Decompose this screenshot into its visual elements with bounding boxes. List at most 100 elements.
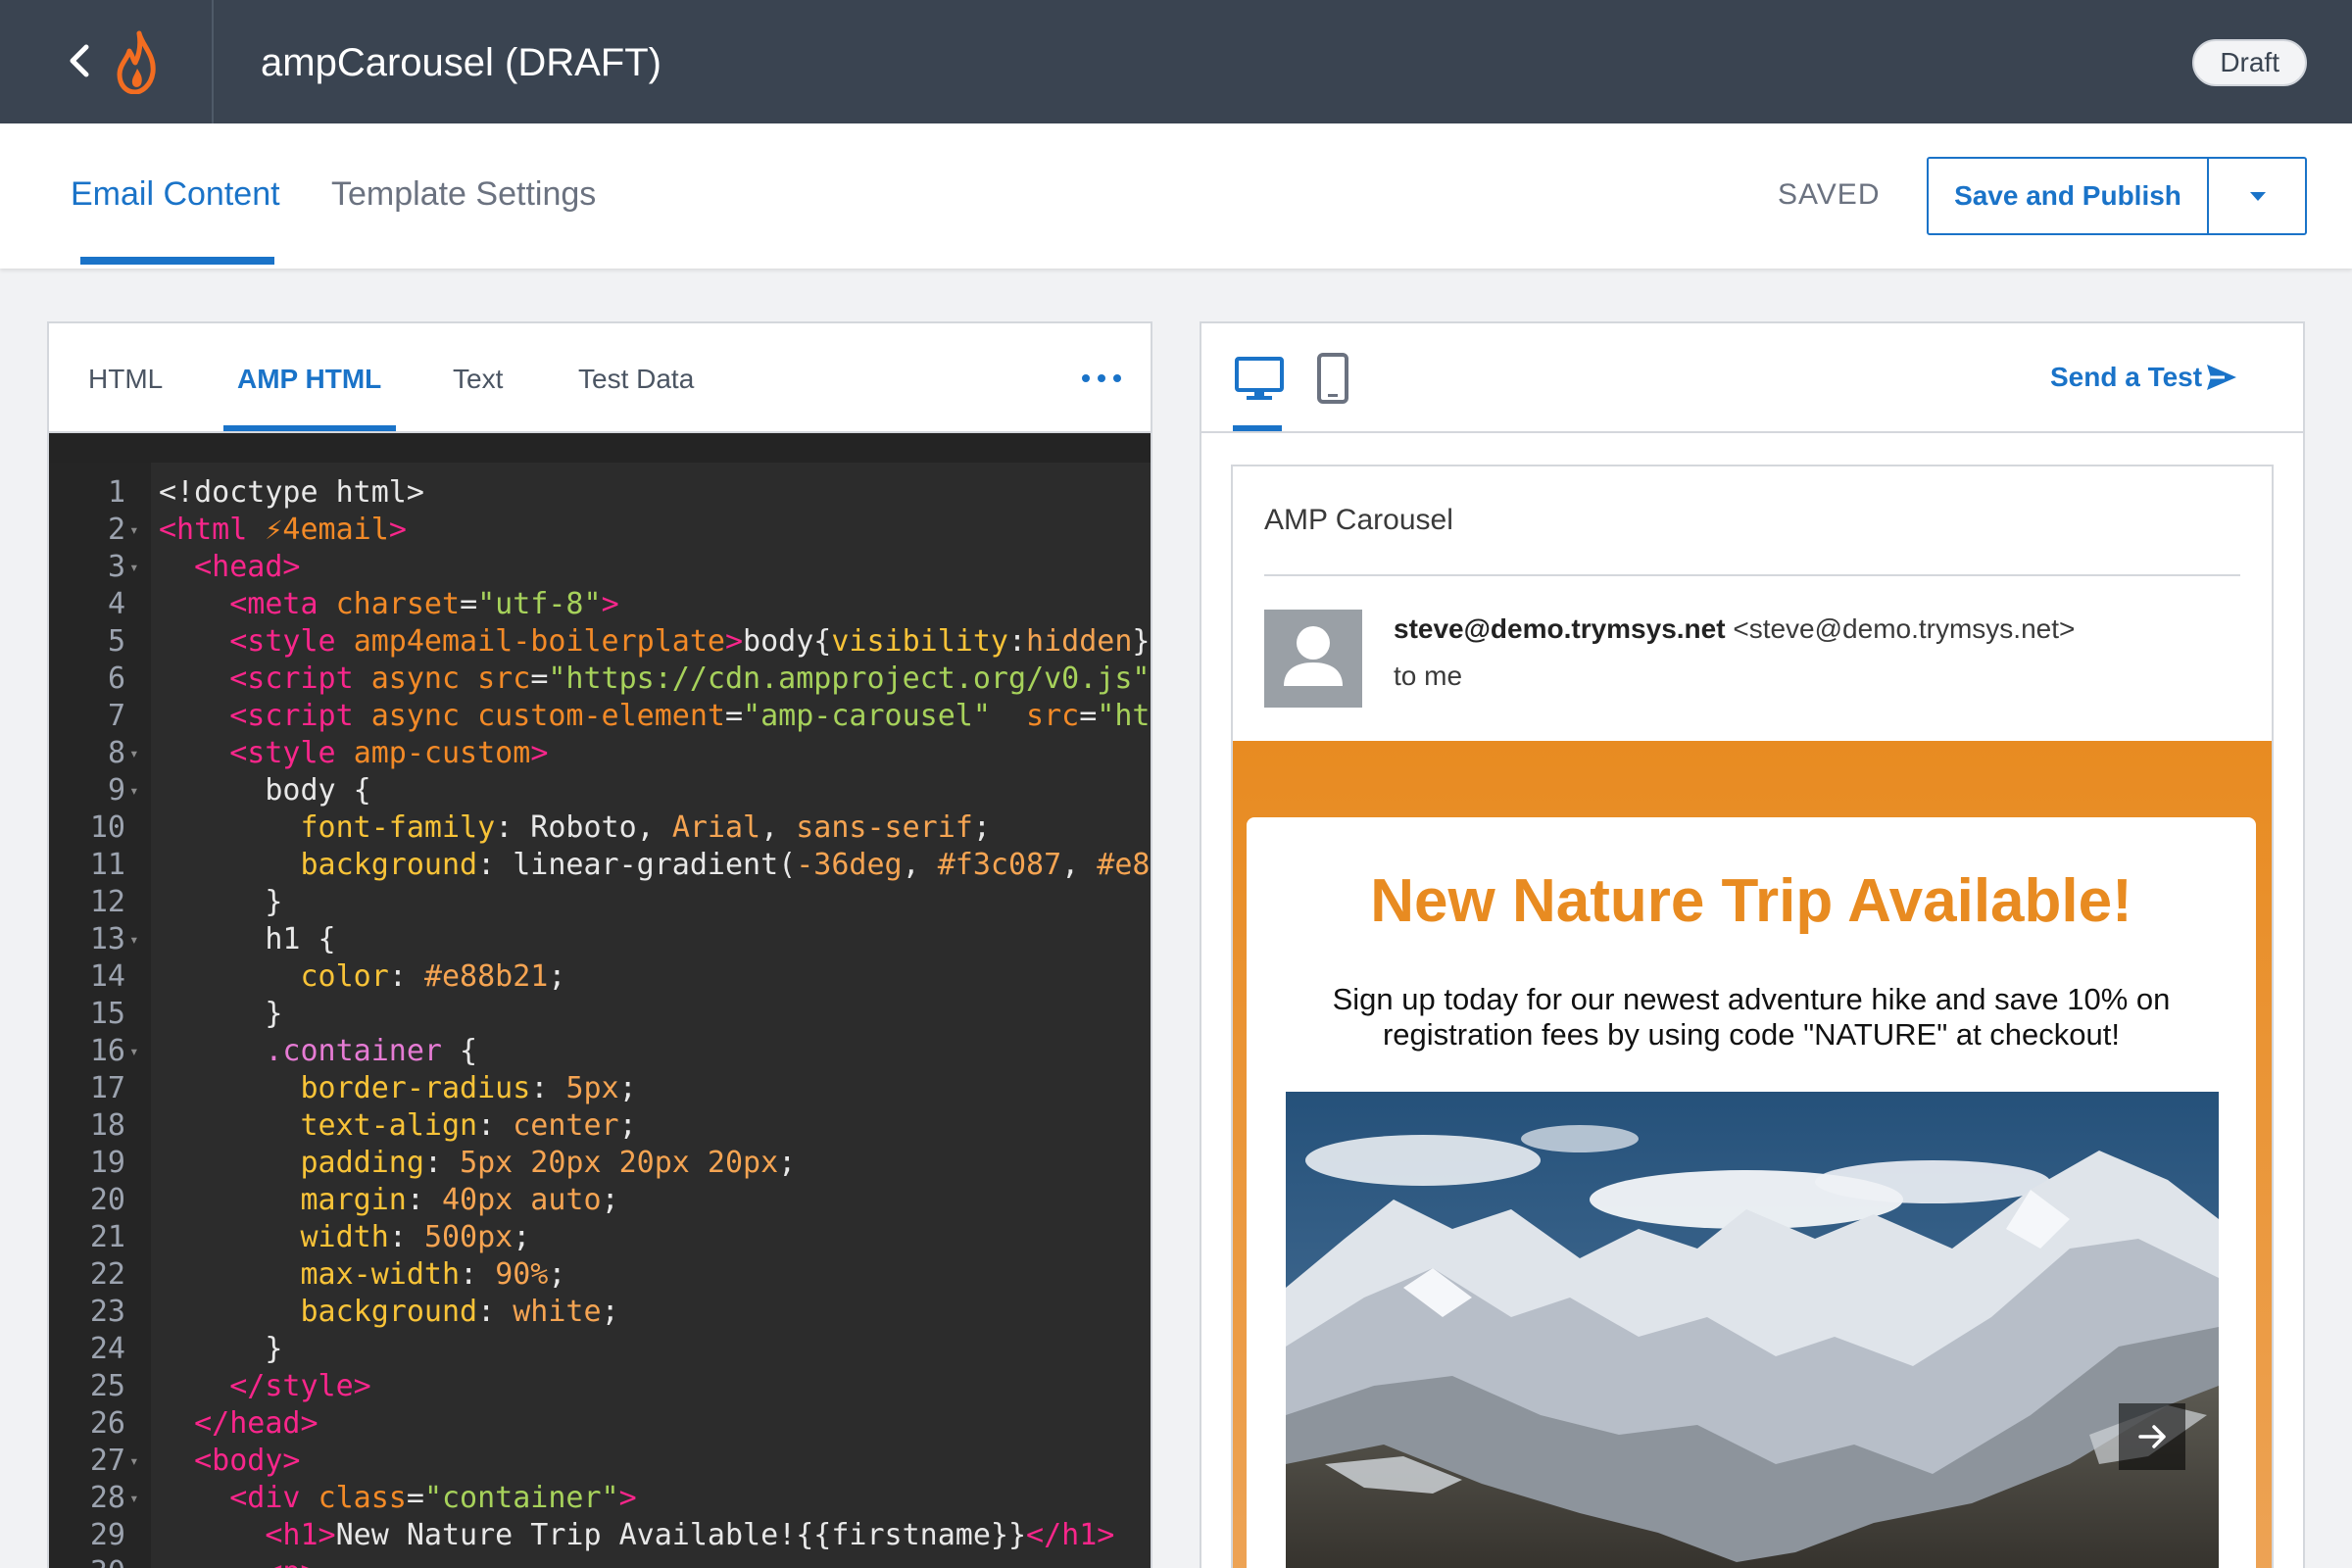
carousel-next-button[interactable] — [2119, 1403, 2185, 1470]
top-bar: ampCarousel (DRAFT) Draft — [0, 0, 2352, 123]
code-line: 27 ▾ <body> — [49, 1443, 1151, 1480]
code-line: 29 <h1>New Nature Trip Available!{{first… — [49, 1517, 1151, 1554]
code-line: 14 color: #e88b21; — [49, 958, 1151, 996]
code-line: 10 font-family: Roboto, Arial, sans-seri… — [49, 809, 1151, 847]
code-line: 25 </style> — [49, 1368, 1151, 1405]
line-number: 29 — [89, 1518, 125, 1552]
email-body: New Nature Trip Available! Sign up today… — [1233, 741, 2272, 1568]
code-text: padding: 5px 20px 20px 20px; — [300, 1146, 797, 1180]
line-number: 13 — [89, 922, 125, 956]
line-number: 1 — [107, 475, 125, 510]
code-line: 1 <!doctype html> — [49, 474, 1151, 512]
code-text: <head> — [194, 550, 301, 584]
image-carousel[interactable] — [1286, 1092, 2219, 1568]
code-text: .container { — [265, 1034, 478, 1068]
line-number: 2 — [107, 513, 125, 547]
line-number: 12 — [89, 885, 125, 919]
line-number: 21 — [89, 1220, 125, 1254]
code-line: 20 margin: 40px auto; — [49, 1182, 1151, 1219]
flame-logo-icon — [114, 29, 161, 95]
mountain-photo — [1286, 1092, 2219, 1568]
line-number: 10 — [89, 810, 125, 845]
mobile-icon[interactable] — [1317, 353, 1348, 404]
line-number: 14 — [89, 959, 125, 994]
publish-options-button[interactable] — [2209, 159, 2305, 233]
code-editor-panel: HTML AMP HTML Text Test Data 1 <!doctype … — [47, 321, 1152, 1568]
fold-toggle-icon[interactable]: ▾ — [129, 549, 145, 586]
tab-amp-html[interactable]: AMP HTML — [237, 363, 381, 396]
code-text: border-radius: 5px; — [300, 1071, 637, 1105]
code-text: max-width: 90%; — [300, 1257, 566, 1292]
fold-toggle-icon[interactable]: ▾ — [129, 512, 145, 549]
code-line: 18 text-align: center; — [49, 1107, 1151, 1145]
code-text: <p> — [159, 1554, 318, 1568]
email-subject: AMP Carousel — [1264, 504, 1453, 536]
sender-line: steve@demo.trymsys.net <steve@demo.tryms… — [1394, 613, 2075, 645]
code-line: 12 } — [49, 884, 1151, 921]
preview-panel: Send a Test AMP Carousel steve@demo.trym… — [1200, 321, 2305, 1568]
fold-toggle-icon[interactable]: ▾ — [129, 772, 145, 809]
fold-toggle-icon[interactable]: ▾ — [129, 735, 145, 772]
arrow-right-icon — [2138, 1425, 2166, 1448]
code-line: 11 background: linear-gradient(-36deg, #… — [49, 847, 1151, 884]
code-text: margin: 40px auto; — [300, 1183, 619, 1217]
recipient-label: to me — [1394, 661, 1463, 691]
code-text: <h1>New Nature Trip Available!{{firstnam… — [265, 1518, 1115, 1552]
send-icon[interactable] — [2205, 363, 2238, 392]
tab-email-content[interactable]: Email Content — [71, 172, 280, 216]
line-number: 11 — [89, 848, 125, 882]
send-test-button[interactable]: Send a Test — [2050, 361, 2202, 394]
code-line: 30 ▾ <p> — [49, 1554, 1151, 1568]
status-badge: Draft — [2192, 39, 2307, 86]
code-line: 23 background: white; — [49, 1294, 1151, 1331]
content-nav: Email Content Template Settings SAVED Sa… — [0, 123, 2352, 269]
code-text: <meta charset="utf-8"> — [229, 587, 619, 621]
line-number: 9 — [107, 773, 125, 808]
fold-toggle-icon[interactable]: ▾ — [129, 1033, 145, 1070]
code-line: 21 width: 500px; — [49, 1219, 1151, 1256]
email-container: New Nature Trip Available! Sign up today… — [1247, 817, 2256, 1568]
tab-text[interactable]: Text — [453, 363, 503, 396]
publish-button-group: Save and Publish — [1927, 157, 2307, 235]
line-number: 3 — [107, 550, 125, 584]
tab-html[interactable]: HTML — [88, 363, 163, 396]
line-number: 16 — [89, 1034, 125, 1068]
save-and-publish-button[interactable]: Save and Publish — [1929, 159, 2207, 233]
code-text: <!doctype html> — [159, 475, 424, 510]
code-line: 19 padding: 5px 20px 20px 20px; — [49, 1145, 1151, 1182]
line-number: 24 — [89, 1332, 125, 1366]
code-text: <div class="container"> — [229, 1481, 637, 1515]
sender-name: steve@demo.trymsys.net — [1394, 613, 1726, 644]
tab-test-data[interactable]: Test Data — [578, 363, 694, 396]
back-arrow-icon[interactable] — [57, 37, 104, 84]
preview-toolbar: Send a Test — [1201, 323, 2303, 433]
code-text: } — [159, 997, 283, 1031]
line-number: 30 — [49, 1554, 125, 1568]
line-number: 15 — [89, 997, 125, 1031]
code-text: body { — [159, 773, 371, 808]
line-number: 27 — [89, 1444, 125, 1478]
code-text: <style amp4email-boilerplate>body{visibi… — [229, 624, 1151, 659]
code-text: font-family: Roboto, Arial, sans-serif; — [300, 810, 991, 845]
fold-toggle-icon[interactable]: ▾ — [129, 1554, 145, 1568]
desktop-icon[interactable] — [1235, 357, 1284, 402]
line-number: 22 — [89, 1257, 125, 1292]
code-text: <script async src="https://cdn.ampprojec… — [229, 662, 1151, 696]
tab-template-settings[interactable]: Template Settings — [331, 172, 596, 216]
code-line: 4 <meta charset="utf-8"> — [49, 586, 1151, 623]
active-device-indicator — [1233, 425, 1282, 431]
code-area[interactable]: 1 <!doctype html> 2 ▾ <html ⚡4email> 3 ▾ <head… — [49, 433, 1151, 1568]
more-dots-icon[interactable] — [1078, 359, 1125, 398]
editor-tabs: HTML AMP HTML Text Test Data — [49, 323, 1151, 433]
fold-toggle-icon[interactable]: ▾ — [129, 921, 145, 958]
chevron-down-icon — [2250, 192, 2266, 201]
code-line: 17 border-radius: 5px; — [49, 1070, 1151, 1107]
avatar-icon — [1264, 610, 1362, 708]
fold-toggle-icon[interactable]: ▾ — [129, 1480, 145, 1517]
code-line: 26 </head> — [49, 1405, 1151, 1443]
email-headline: New Nature Trip Available! — [1370, 867, 2132, 935]
fold-toggle-icon[interactable]: ▾ — [129, 1443, 145, 1480]
line-number: 23 — [89, 1295, 125, 1329]
line-number: 19 — [89, 1146, 125, 1180]
line-number: 25 — [89, 1369, 125, 1403]
